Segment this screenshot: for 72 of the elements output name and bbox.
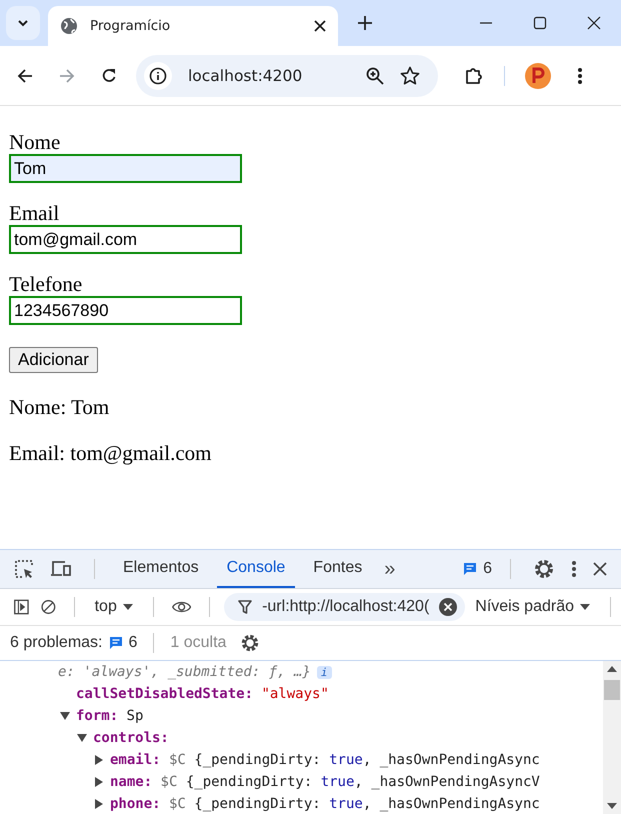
- scroll-up-icon[interactable]: [607, 666, 617, 672]
- message-icon: [108, 636, 122, 650]
- issues-counter[interactable]: 6: [463, 560, 492, 578]
- chevron-down-icon: [17, 19, 29, 27]
- devtools-tab[interactable]: Fontes: [303, 550, 372, 588]
- add-button[interactable]: Adicionar: [9, 347, 98, 373]
- filter-text: -url:http://localhost:420(: [262, 598, 430, 616]
- text-input[interactable]: 1234567890: [9, 296, 242, 325]
- sidebar-toggle-icon[interactable]: [14, 597, 29, 617]
- settings-icon[interactable]: [240, 633, 260, 653]
- collapsed-triangle-icon[interactable]: [94, 755, 104, 765]
- tab-title: Programício: [90, 18, 172, 34]
- info-badge[interactable]: i: [316, 666, 332, 678]
- hidden-count: 1 oculta: [170, 634, 226, 652]
- console-object-summary: e: 'always', _submitted: ƒ, …}: [58, 664, 311, 680]
- console-property[interactable]: form: Sp: [76, 708, 144, 724]
- browser-tab[interactable]: Programício: [48, 6, 338, 46]
- menu-icon[interactable]: [577, 66, 583, 84]
- console-property[interactable]: phone: $C {_pendingDirty: true, _hasOwnPendingAsync: [110, 796, 540, 812]
- console-property[interactable]: email: $C {_pendingDirty: true, _hasOwnPendingAsync: [110, 752, 540, 768]
- filter-field[interactable]: -url:http://localhost:420(: [224, 593, 466, 621]
- context-dropdown[interactable]: top: [88, 598, 139, 616]
- dropdown-arrow-icon: [122, 604, 133, 610]
- field-label: Telefone: [9, 272, 82, 296]
- forward-icon[interactable]: [59, 68, 75, 84]
- result-text: Email: tom@gmail.com: [9, 441, 212, 465]
- message-icon: [463, 562, 478, 576]
- result-text: Nome: Tom: [9, 395, 110, 419]
- expanded-triangle-icon[interactable]: [77, 733, 87, 743]
- devtools-tab[interactable]: Elementos: [113, 550, 209, 588]
- levels-dropdown[interactable]: Níveis padrão: [469, 598, 596, 616]
- settings-icon[interactable]: [533, 558, 555, 580]
- collapsed-triangle-icon[interactable]: [94, 777, 104, 787]
- more-options-icon[interactable]: [571, 560, 577, 578]
- dropdown-arrow-icon: [580, 604, 590, 610]
- inspect-element-icon[interactable]: [14, 559, 34, 579]
- puzzle-icon[interactable]: [464, 66, 484, 86]
- reload-icon[interactable]: [101, 68, 117, 84]
- close-icon[interactable]: [593, 562, 607, 576]
- device-toolbar-icon[interactable]: [50, 560, 72, 578]
- console-property: callSetDisabledState: "always": [76, 686, 329, 702]
- close-window-icon[interactable]: [587, 16, 601, 30]
- problems-label: 6 problemas:: [10, 634, 102, 652]
- expanded-triangle-icon[interactable]: [60, 711, 70, 721]
- new-tab-icon[interactable]: [358, 16, 372, 30]
- back-icon[interactable]: [17, 68, 33, 84]
- maximize-icon[interactable]: [533, 16, 547, 30]
- field-label: Nome: [9, 130, 60, 154]
- problems-count-button[interactable]: 6: [108, 634, 138, 652]
- scrollbar[interactable]: [603, 661, 621, 814]
- address-bar[interactable]: localhost:4200: [136, 54, 438, 96]
- clear-console-icon[interactable]: [40, 597, 56, 617]
- clear-filter-icon[interactable]: [439, 598, 458, 616]
- filter-icon: [238, 600, 252, 614]
- console-property[interactable]: name: $C {_pendingDirty: true, _hasOwnPendingAsyncV: [110, 774, 540, 790]
- scroll-down-icon[interactable]: [607, 803, 617, 809]
- profile-avatar-icon[interactable]: [525, 62, 551, 88]
- globe-icon: [60, 17, 78, 35]
- console-property[interactable]: controls:: [93, 730, 169, 746]
- info-icon[interactable]: [144, 62, 172, 90]
- url-text: localhost:4200: [188, 66, 304, 84]
- zoom-icon[interactable]: [366, 66, 384, 84]
- text-input[interactable]: Tom: [9, 154, 242, 183]
- text-input[interactable]: tom@gmail.com: [9, 225, 242, 254]
- close-tab-icon[interactable]: [314, 20, 326, 32]
- collapsed-triangle-icon[interactable]: [94, 799, 104, 809]
- devtools-tab[interactable]: Console: [216, 550, 296, 588]
- more-tabs-button[interactable]: »: [380, 558, 400, 580]
- field-label: Email: [9, 201, 60, 225]
- scrollbar-thumb[interactable]: [604, 680, 620, 700]
- star-icon[interactable]: [400, 66, 420, 86]
- issues-count: 6: [483, 560, 492, 578]
